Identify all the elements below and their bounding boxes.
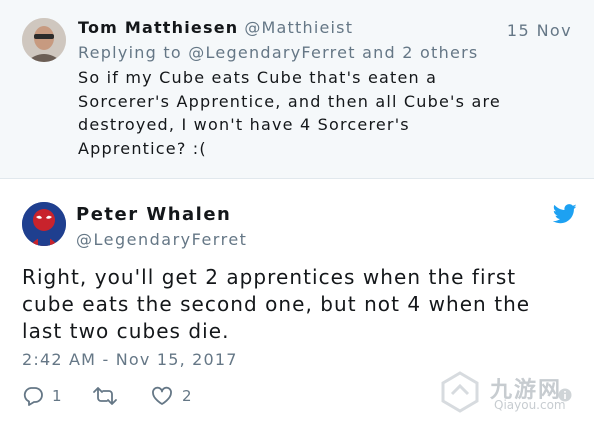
twitter-bird-icon[interactable] <box>552 204 577 224</box>
info-icon[interactable] <box>558 388 572 402</box>
avatar[interactable] <box>22 18 66 62</box>
retweet-icon <box>93 387 117 405</box>
main-tweet-text: Right, you'll get 2 apprentices when the… <box>22 265 531 343</box>
retweet-button[interactable] <box>92 385 126 407</box>
reply-author: Tom Matthiesen @Matthieist <box>78 18 578 42</box>
reply-button[interactable]: 1 <box>22 385 62 407</box>
main-author-name[interactable]: Peter Whalen <box>76 204 231 225</box>
reply-text: So if my Cube eats Cube that's eaten a S… <box>78 68 501 158</box>
avatar-image <box>22 202 66 246</box>
watermark: 九游网 Qiayou.com <box>432 370 592 420</box>
main-avatar[interactable] <box>22 202 66 246</box>
like-count: 2 <box>182 387 192 405</box>
reply-icon <box>23 387 43 406</box>
avatar-photo <box>22 18 66 62</box>
reply-count: 1 <box>52 387 62 405</box>
replying-to-line[interactable]: Replying to @LegendaryFerret and 2 other… <box>78 43 478 62</box>
reply-author-handle[interactable]: @Matthieist <box>244 18 353 37</box>
reply-date[interactable]: 15 Nov <box>507 21 572 40</box>
like-button[interactable]: 2 <box>150 385 192 407</box>
main-author-handle[interactable]: @LegendaryFerret <box>76 230 247 249</box>
reply-author-name[interactable]: Tom Matthiesen <box>78 18 238 37</box>
tweet-timestamp[interactable]: 2:42 AM - Nov 15, 2017 <box>22 350 238 369</box>
heart-icon <box>152 386 172 405</box>
reply-tweet[interactable]: Tom Matthiesen @Matthieist 15 Nov Replyin… <box>0 0 594 179</box>
watermark-logo-icon <box>441 371 479 413</box>
watermark-url: Qiayou.com <box>494 398 566 412</box>
